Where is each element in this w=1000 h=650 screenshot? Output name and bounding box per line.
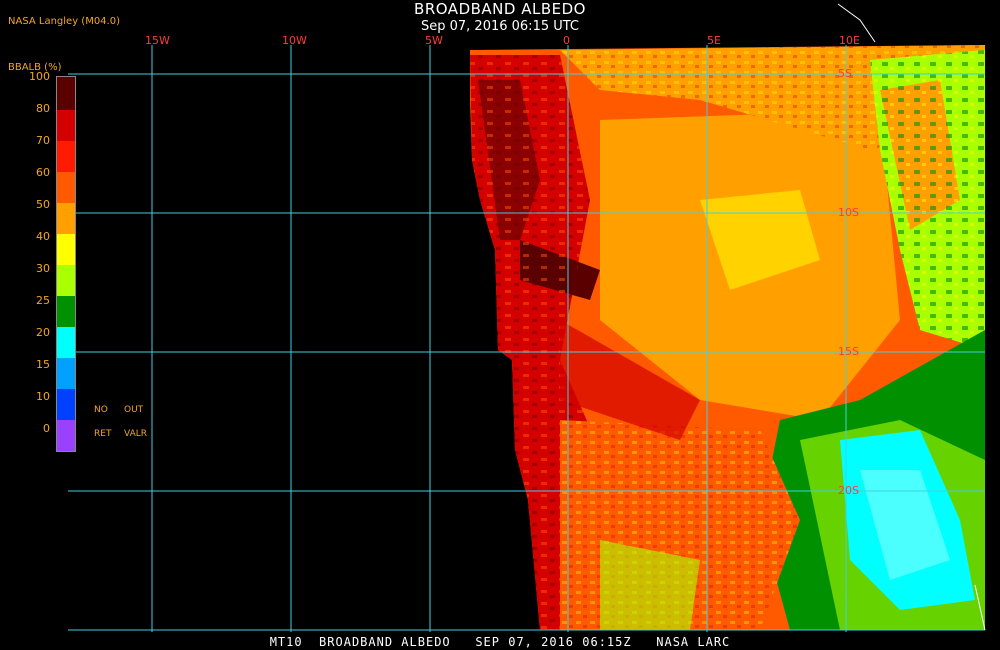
colorbar-swatch <box>57 234 75 265</box>
colorbar <box>56 76 76 452</box>
lon-label: 0 <box>563 34 570 47</box>
colorbar-tick-label: 25 <box>36 294 50 307</box>
map-title: BROADBAND ALBEDO <box>414 0 586 18</box>
colorbar-tick-label: 0 <box>43 422 50 435</box>
lat-label: 15S <box>838 345 859 358</box>
colorbar-tick-label: 20 <box>36 326 50 339</box>
colorbar-tick-label: 10 <box>36 390 50 403</box>
colorbar-swatch <box>57 141 75 172</box>
colorbar-tick-label: 100 <box>29 70 50 83</box>
colorbar-swatch <box>57 110 75 141</box>
colorbar-swatch <box>57 296 75 327</box>
colorbar-tick-label: 15 <box>36 358 50 371</box>
colorbar-tick-label: 40 <box>36 230 50 243</box>
lon-label: 10W <box>282 34 307 47</box>
colorbar-swatch <box>57 358 75 389</box>
colorbar-tick-label: 70 <box>36 134 50 147</box>
map-datetime: Sep 07, 2016 06:15 UTC <box>420 19 580 34</box>
lon-label: 10E <box>839 34 860 47</box>
colorbar-swatch <box>57 265 75 296</box>
lon-label: 5E <box>707 34 721 47</box>
lon-label: 15W <box>145 34 170 47</box>
lat-label: 10S <box>838 206 859 219</box>
footer-caption: MT10 BROADBAND ALBEDO SEP 07, 2016 06:15… <box>269 635 731 649</box>
colorbar-swatch <box>57 420 75 451</box>
data-source-label: NASA Langley (M04.0) <box>8 16 120 27</box>
colorbar-swatch <box>57 172 75 203</box>
colorbar-swatch <box>57 327 75 358</box>
colorbar-tick-label: 30 <box>36 262 50 275</box>
legend-valr: VALR <box>124 429 148 439</box>
lon-label: 5W <box>425 34 443 47</box>
colorbar-tick-label: 50 <box>36 198 50 211</box>
colorbar-swatch <box>57 203 75 234</box>
legend-ret: RET <box>94 429 112 439</box>
colorbar-tick-label: 60 <box>36 166 50 179</box>
legend-out: OUT <box>124 405 144 415</box>
colorbar-tick-label: 80 <box>36 102 50 115</box>
lat-label: 5S <box>838 67 852 80</box>
legend-no: NO <box>94 405 108 415</box>
albedo-map <box>68 3 986 632</box>
colorbar-swatch <box>57 77 75 110</box>
lat-label: 20S <box>838 484 859 497</box>
colorbar-swatch <box>57 389 75 420</box>
